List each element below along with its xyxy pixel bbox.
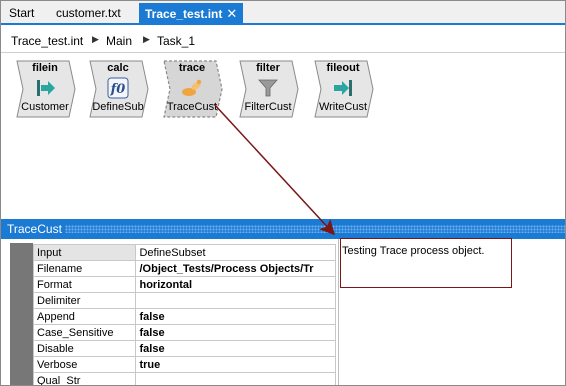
property-key: Filename xyxy=(32,260,137,277)
property-key: Format xyxy=(32,276,137,293)
breadcrumb-item-main[interactable]: Main xyxy=(106,34,132,48)
node-label: TraceCust xyxy=(166,101,218,113)
property-row[interactable]: Disable false xyxy=(32,340,336,357)
panel-title: TraceCust xyxy=(7,222,62,236)
node-fileout[interactable]: fileout WriteCust xyxy=(314,60,376,118)
tab-trace-test[interactable]: Trace_test.int ✕ xyxy=(139,3,244,25)
tab-start[interactable]: Start xyxy=(3,4,40,23)
node-type: filter xyxy=(256,62,280,74)
node-calc[interactable]: calc f0 DefineSub xyxy=(89,60,151,118)
property-value[interactable] xyxy=(135,292,336,309)
node-type: fileout xyxy=(326,62,360,74)
property-value[interactable]: horizontal xyxy=(135,276,336,293)
trace-icon xyxy=(182,79,202,96)
arrow-in-icon xyxy=(37,80,55,96)
property-value[interactable] xyxy=(135,372,336,385)
tab-customer-txt[interactable]: customer.txt xyxy=(50,4,127,23)
property-row[interactable]: Case_Sensitive false xyxy=(32,324,336,341)
property-row[interactable]: Delimiter xyxy=(32,292,336,309)
chevron-right-icon: ▶ xyxy=(143,34,150,44)
node-label: DefineSub xyxy=(92,101,144,113)
panel-header: TraceCust xyxy=(1,219,565,239)
property-value[interactable]: false xyxy=(135,308,336,325)
close-icon[interactable]: ✕ xyxy=(226,3,237,25)
tab-bar: Start customer.txt Trace_test.int ✕ xyxy=(1,1,565,25)
property-key: Append xyxy=(32,308,137,325)
property-key: Disable xyxy=(32,340,137,357)
funnel-icon xyxy=(258,79,278,97)
property-value[interactable]: DefineSubset xyxy=(135,244,336,261)
properties-grid: Input DefineSubset Filename/Object_Tests/P… xyxy=(1,239,339,385)
node-type: filein xyxy=(32,62,58,74)
node-filter[interactable]: filter FilterCust xyxy=(239,60,301,118)
property-row[interactable]: Format horizontal xyxy=(32,276,336,293)
property-row[interactable]: Input DefineSubset xyxy=(32,244,336,261)
workflow-canvas[interactable]: filein Customer calc f0 DefineSub trace … xyxy=(1,54,565,216)
tab-label: Trace_test.int xyxy=(145,7,223,21)
property-value[interactable]: true xyxy=(135,356,336,373)
property-key: Case_Sensitive xyxy=(32,324,137,341)
function-icon: f0 xyxy=(107,77,129,99)
node-label: FilterCust xyxy=(244,101,292,113)
property-key: Input xyxy=(32,244,137,261)
breadcrumb: Trace_test.int ▶ Main ▶ Task_1 xyxy=(1,27,565,53)
node-type: trace xyxy=(178,62,206,74)
property-row[interactable]: Append false xyxy=(32,308,336,325)
annotation-box xyxy=(340,238,512,288)
svg-text:f0: f0 xyxy=(110,82,126,97)
property-value[interactable]: false xyxy=(135,340,336,357)
arrow-out-icon xyxy=(334,80,352,96)
panel-header-grip[interactable] xyxy=(65,225,565,233)
property-row[interactable]: Qual_Str xyxy=(32,372,336,385)
property-row[interactable]: Verbose true xyxy=(32,356,336,373)
property-key: Qual_Str xyxy=(32,372,137,385)
property-key: Delimiter xyxy=(32,292,137,309)
breadcrumb-item-file[interactable]: Trace_test.int xyxy=(11,34,83,48)
node-label: Customer xyxy=(21,101,69,113)
row-gutter xyxy=(10,243,33,385)
node-type: calc xyxy=(107,62,129,74)
property-key: Verbose xyxy=(32,356,137,373)
properties-table: Input DefineSubset Filename/Object_Tests/P… xyxy=(32,244,336,385)
property-value[interactable]: false xyxy=(135,324,336,341)
node-label: WriteCust xyxy=(318,101,368,113)
property-row[interactable]: Filename/Object_Tests/Process Objects/Tr xyxy=(32,260,336,277)
breadcrumb-item-task[interactable]: Task_1 xyxy=(157,34,195,48)
chevron-right-icon: ▶ xyxy=(92,34,99,44)
app-window: Start customer.txt Trace_test.int ✕ Trace… xyxy=(0,0,566,386)
node-filein[interactable]: filein Customer xyxy=(16,60,78,118)
node-trace[interactable]: trace TraceCust xyxy=(163,60,225,118)
property-value[interactable]: /Object_Tests/Process Objects/Tr xyxy=(135,260,336,277)
